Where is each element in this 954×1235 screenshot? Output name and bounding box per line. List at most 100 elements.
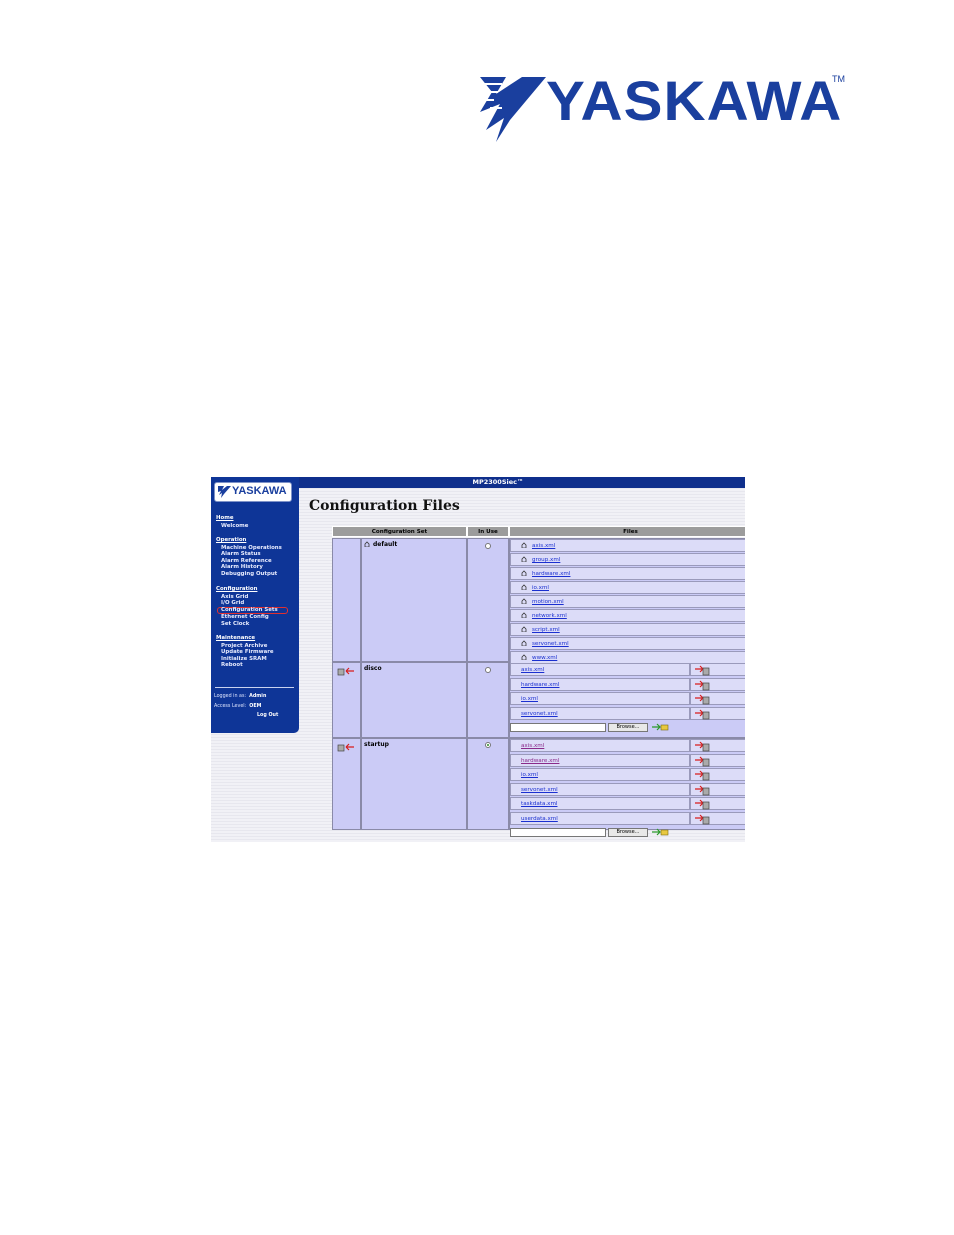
file-link[interactable]: servonet.xml bbox=[521, 787, 558, 793]
in-use-cell-default bbox=[467, 538, 509, 662]
file-row: network.xml bbox=[510, 609, 745, 622]
lock-icon bbox=[521, 556, 527, 562]
file-row: motion.xml bbox=[510, 595, 745, 608]
configuration-files-screenshot: MP2300Siec™ YASKAWA Home Welcome Operati… bbox=[211, 477, 745, 842]
nav-item-machine-operations[interactable]: Machine Operations bbox=[216, 545, 282, 552]
delete-file-icon[interactable] bbox=[694, 785, 711, 796]
logged-in-as: Logged in as: Admin bbox=[214, 694, 266, 699]
delete-file-icon[interactable] bbox=[694, 680, 711, 691]
set-action-cell-disco bbox=[332, 662, 361, 738]
access-level-label: Access Level: bbox=[214, 704, 247, 709]
file-link[interactable]: servonet.xml bbox=[532, 641, 569, 647]
file-row: io.xml bbox=[510, 581, 745, 594]
nav-heading-configuration[interactable]: Configuration bbox=[216, 586, 288, 593]
file-link[interactable]: hardware.xml bbox=[532, 571, 570, 577]
file-row: hardware.xml bbox=[510, 567, 745, 580]
access-level-value: OEM bbox=[249, 704, 262, 709]
file-link[interactable]: userdata.xml bbox=[521, 816, 558, 822]
nav-item-alarm-reference[interactable]: Alarm Reference bbox=[216, 558, 282, 565]
logout-link[interactable]: Log Out bbox=[257, 713, 278, 718]
upload-icon[interactable] bbox=[651, 723, 669, 732]
lock-icon bbox=[521, 626, 527, 632]
file-link[interactable]: io.xml bbox=[521, 772, 538, 778]
nav-item-update-firmware[interactable]: Update Firmware bbox=[216, 649, 274, 656]
file-link[interactable]: hardware.xml bbox=[521, 758, 559, 764]
upload-file-input[interactable] bbox=[510, 723, 606, 732]
file-link[interactable]: axis.xml bbox=[521, 743, 544, 749]
nav-heading-operation[interactable]: Operation bbox=[216, 537, 282, 544]
nav-item-debugging-output[interactable]: Debugging Output bbox=[216, 571, 282, 578]
browse-button[interactable]: Browse... bbox=[608, 828, 648, 837]
sidebar: YASKAWA Home Welcome Operation Machine O… bbox=[211, 477, 299, 733]
lock-icon bbox=[364, 541, 370, 547]
nav-item-configuration-sets[interactable]: Configuration Sets bbox=[217, 606, 288, 615]
browse-button[interactable]: Browse... bbox=[608, 723, 648, 732]
nav-item-reboot[interactable]: Reboot bbox=[216, 662, 274, 669]
delete-file-icon[interactable] bbox=[694, 741, 711, 752]
company-logo: YASKAWA TM bbox=[476, 69, 848, 147]
in-use-radio-disco[interactable] bbox=[485, 667, 491, 673]
nav-item-set-clock[interactable]: Set Clock bbox=[216, 621, 288, 628]
logged-in-user: Admin bbox=[249, 694, 267, 699]
delete-file-icon[interactable] bbox=[694, 709, 711, 720]
yaskawa-bolt-icon bbox=[480, 77, 546, 142]
header-configuration-set: Configuration Set bbox=[332, 526, 467, 537]
in-use-radio-startup[interactable] bbox=[485, 742, 491, 748]
file-row: taskdata.xml bbox=[510, 797, 690, 810]
delete-set-icon[interactable] bbox=[337, 743, 355, 752]
set-action-cell-startup bbox=[332, 738, 361, 830]
delete-set-icon[interactable] bbox=[337, 667, 355, 676]
delete-file-icon[interactable] bbox=[694, 814, 711, 825]
file-row: io.xml bbox=[510, 692, 690, 705]
lock-icon bbox=[521, 598, 527, 604]
file-link[interactable]: servonet.xml bbox=[521, 711, 558, 717]
set-action-cell-default bbox=[332, 538, 361, 662]
file-row: servonet.xml bbox=[510, 637, 745, 650]
nav-item-io-grid[interactable]: I/O Grid bbox=[216, 600, 288, 607]
file-link[interactable]: io.xml bbox=[532, 585, 549, 591]
nav-group-home: Home Welcome bbox=[216, 515, 248, 529]
upload-icon[interactable] bbox=[651, 828, 669, 837]
delete-file-icon[interactable] bbox=[694, 756, 711, 767]
file-delete-cell bbox=[690, 692, 745, 705]
file-delete-cell bbox=[690, 663, 745, 676]
file-link[interactable]: io.xml bbox=[521, 696, 538, 702]
file-link[interactable]: axis.xml bbox=[521, 667, 544, 673]
file-link[interactable]: taskdata.xml bbox=[521, 801, 557, 807]
nav-group-configuration: Configuration Axis Grid I/O Grid Configu… bbox=[216, 586, 288, 628]
nav-heading-maintenance[interactable]: Maintenance bbox=[216, 635, 274, 642]
file-link[interactable]: axis.xml bbox=[532, 543, 555, 549]
delete-file-icon[interactable] bbox=[694, 770, 711, 781]
file-link[interactable]: www.xml bbox=[532, 655, 557, 661]
set-name-disco: disco bbox=[364, 665, 382, 672]
file-row: script.xml bbox=[510, 623, 745, 636]
file-link[interactable]: motion.xml bbox=[532, 599, 564, 605]
lock-icon bbox=[521, 542, 527, 548]
nav-item-alarm-history[interactable]: Alarm History bbox=[216, 564, 282, 571]
nav-item-axis-grid[interactable]: Axis Grid bbox=[216, 594, 288, 601]
lock-icon bbox=[521, 584, 527, 590]
nav-item-welcome[interactable]: Welcome bbox=[216, 523, 248, 530]
page-title: Configuration Files bbox=[309, 498, 460, 514]
in-use-radio-default[interactable] bbox=[485, 543, 491, 549]
file-row: axis.xml bbox=[510, 739, 690, 752]
file-row: servonet.xml bbox=[510, 782, 690, 796]
nav-item-alarm-status[interactable]: Alarm Status bbox=[216, 551, 282, 558]
file-link[interactable]: network.xml bbox=[532, 613, 567, 619]
file-link[interactable]: group.xml bbox=[532, 557, 560, 563]
set-name-startup: startup bbox=[364, 741, 389, 748]
lock-icon bbox=[521, 640, 527, 646]
nav-item-ethernet-config[interactable]: Ethernet Config bbox=[216, 614, 288, 621]
file-link[interactable]: hardware.xml bbox=[521, 682, 559, 688]
delete-file-icon[interactable] bbox=[694, 799, 711, 810]
nav-heading-home[interactable]: Home bbox=[216, 515, 248, 522]
nav-item-initialize-sram[interactable]: Initialize SRAM bbox=[216, 656, 274, 663]
delete-file-icon[interactable] bbox=[694, 665, 711, 676]
upload-file-input[interactable] bbox=[510, 828, 606, 837]
delete-file-icon[interactable] bbox=[694, 694, 711, 705]
file-delete-cell bbox=[690, 753, 745, 767]
nav-item-project-archive[interactable]: Project Archive bbox=[216, 643, 274, 650]
file-delete-cell bbox=[690, 797, 745, 810]
access-level: Access Level: OEM bbox=[214, 704, 261, 709]
file-link[interactable]: script.xml bbox=[532, 627, 560, 633]
